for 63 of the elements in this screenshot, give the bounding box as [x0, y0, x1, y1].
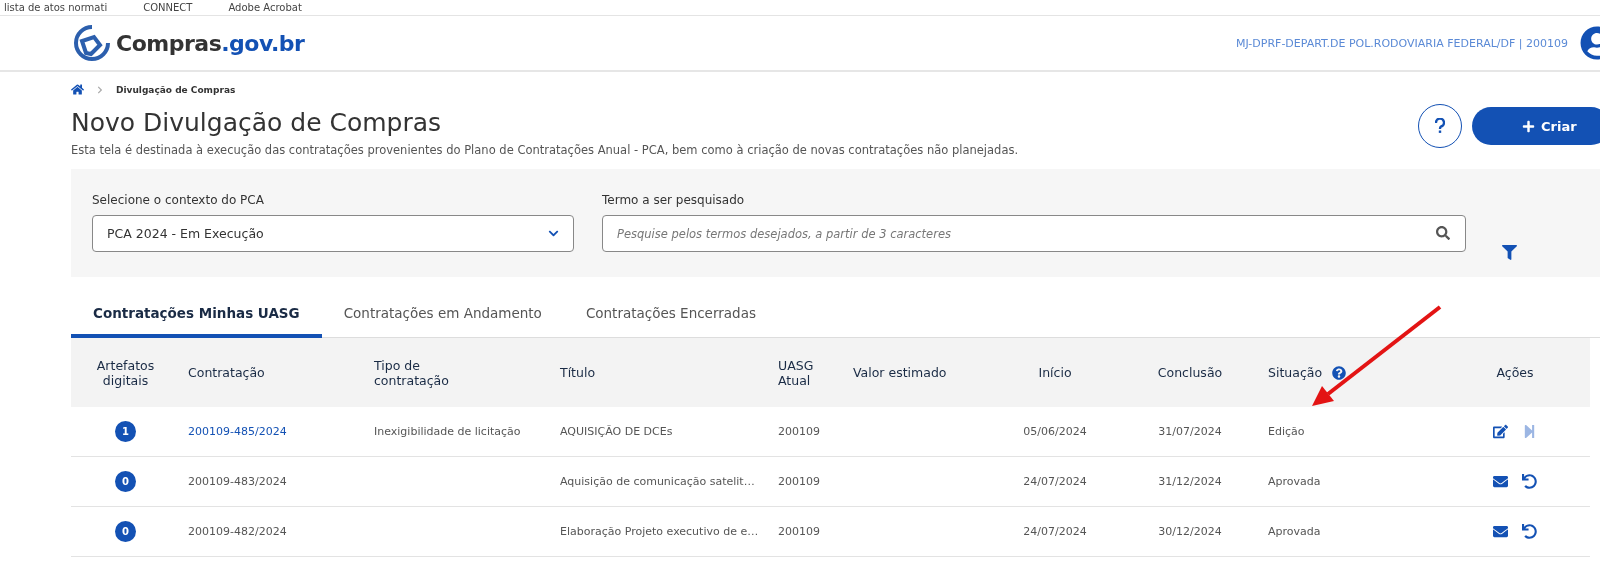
table-cell: 200109-482/2024: [188, 525, 287, 538]
column-header: Título: [560, 365, 596, 380]
home-icon[interactable]: [71, 83, 84, 96]
table-cell: Edição: [1268, 425, 1305, 438]
table-cell: 24/07/2024: [1023, 525, 1087, 538]
search-icon[interactable]: [1436, 226, 1450, 240]
question-icon: [1435, 118, 1445, 134]
count-badge: 0: [115, 521, 136, 542]
column-header: Valor estimado: [853, 365, 947, 380]
field-label: Termo a ser pesquisado: [602, 193, 746, 207]
page-description: Esta tela é destinada à execução das contratações provenientes do Plano de Contratações Anual - PCA, bem como à criação de novas contratações não planejadas.: [71, 143, 1019, 157]
count-badge: 1: [115, 421, 136, 442]
table-cell: Elaboração Projeto executivo de e…: [560, 525, 759, 538]
breadcrumb-item[interactable]: Divulgação de Compras: [116, 84, 236, 95]
count-badge: 0: [115, 471, 136, 492]
mail-icon[interactable]: [1493, 474, 1508, 489]
filter-icon: [1502, 245, 1517, 260]
help-button[interactable]: [1418, 104, 1462, 148]
chevron-right-icon: [96, 85, 104, 94]
table-cell: AQUISIÇÃO DE DCEs: [560, 425, 673, 438]
undo-icon[interactable]: [1522, 524, 1537, 539]
table-cell: 200109: [778, 475, 820, 488]
table-cell: 200109: [778, 525, 820, 538]
tab[interactable]: Contratações Encerradas: [563, 291, 778, 338]
table-cell: 31/07/2024: [1158, 425, 1222, 438]
column-header: Início: [1038, 365, 1072, 380]
column-header: Contratação: [188, 365, 265, 380]
column-header: Situação: [1268, 365, 1323, 380]
table-cell: 200109-483/2024: [188, 475, 287, 488]
create-button[interactable]: Criar: [1472, 107, 1600, 145]
logo-text: Compras.gov.br: [116, 30, 305, 56]
table-cell: 24/07/2024: [1023, 475, 1087, 488]
column-header: Ações: [1496, 365, 1534, 380]
table-cell: Aprovada: [1268, 525, 1321, 538]
tab[interactable]: Contratações em Andamento: [321, 291, 564, 338]
filter-button[interactable]: [1502, 245, 1517, 260]
logo-icon: [72, 23, 112, 63]
mail-icon[interactable]: [1493, 524, 1508, 539]
plus-icon: [1522, 119, 1535, 133]
table-cell: 31/12/2024: [1158, 475, 1222, 488]
column-header: Tipo de contratação: [374, 357, 450, 388]
search-field[interactable]: Pesquise pelos termos desejados, a partir de 3 caracteres: [602, 215, 1466, 252]
organization-text: MJ-DPRF-DEPART.DE POL.RODOVIARIA FEDERAL/DF | 200109: [1236, 36, 1568, 50]
table-cell: Aquisição de comunicação satelit…: [560, 475, 755, 488]
bookmark-link[interactable]: lista de atos normati: [4, 2, 108, 13]
field-label: Selecione o contexto do PCA: [92, 193, 265, 207]
bookmark-link[interactable]: Adobe Acrobat: [228, 2, 302, 13]
context-select[interactable]: PCA 2024 - Em Execução: [92, 215, 574, 252]
table-cell: 200109: [778, 425, 820, 438]
column-header: Conclusão: [1157, 365, 1223, 380]
bookmark-link[interactable]: CONNECT: [143, 2, 193, 13]
page-title: Novo Divulgação de Compras: [71, 108, 443, 137]
chevron-down-icon: [548, 228, 559, 239]
table-cell: Inexigibilidade de licitação: [374, 425, 521, 438]
contract-link[interactable]: 200109-485/2024: [188, 425, 287, 438]
column-header: UASG Atual: [778, 357, 815, 388]
table-cell: Aprovada: [1268, 475, 1321, 488]
column-header: Artefatos digitais: [95, 357, 156, 388]
help-icon[interactable]: [1332, 365, 1347, 380]
edit-icon[interactable]: [1493, 424, 1508, 439]
table-cell: 30/12/2024: [1158, 525, 1222, 538]
undo-icon[interactable]: [1522, 474, 1537, 489]
table-cell: 05/06/2024: [1023, 425, 1087, 438]
